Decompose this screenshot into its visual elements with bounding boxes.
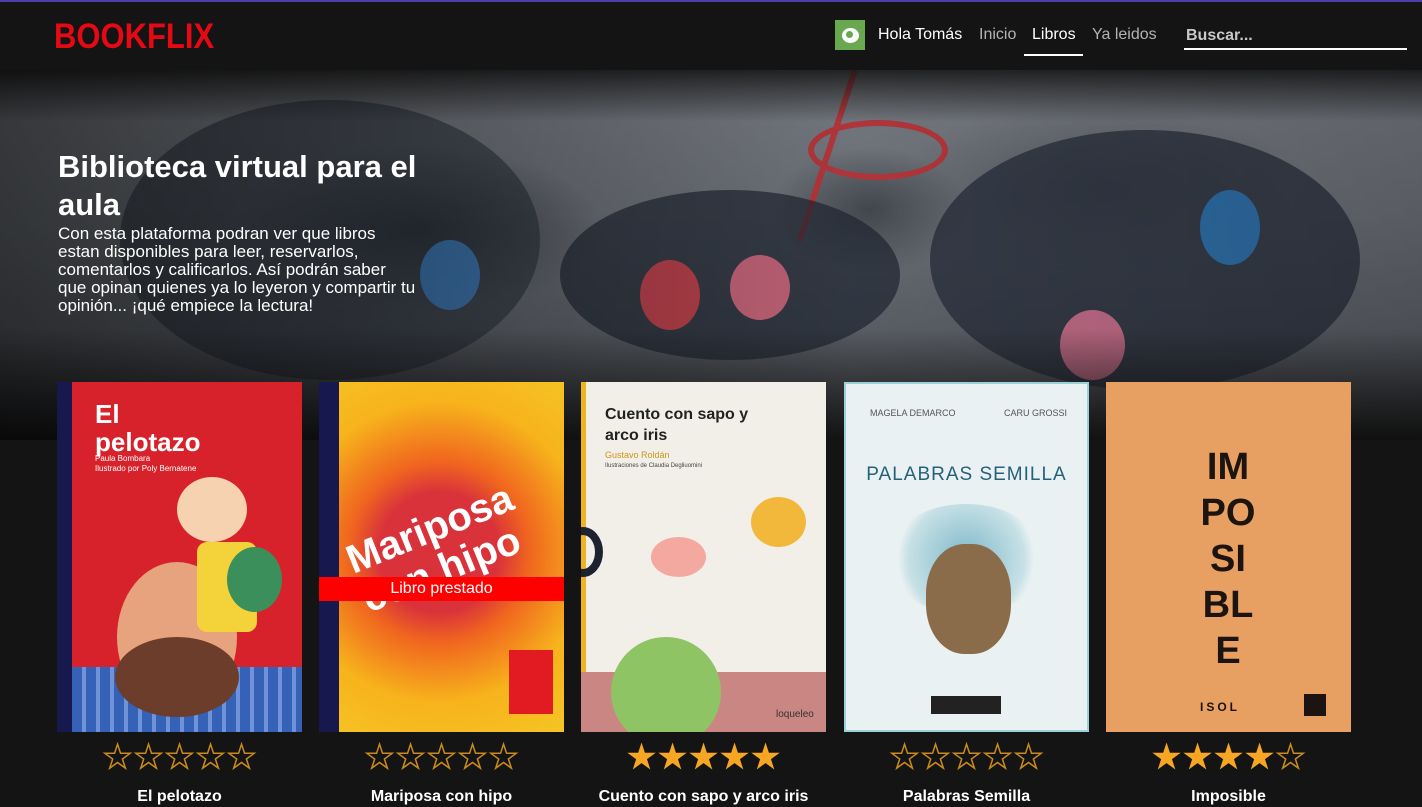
navbar: BOOKFLIX Hola Tomás Inicio Libros Ya lei… xyxy=(0,2,1422,70)
cover-art xyxy=(177,477,247,542)
book-cover[interactable]: El pelotazo Paula Bombara Ilustrado por … xyxy=(57,382,302,732)
star-icon[interactable]: ★ xyxy=(1244,738,1275,775)
user-greeting: Hola Tomás xyxy=(878,26,963,43)
book-card: Cuento con sapo y arco iris Gustavo Rold… xyxy=(581,382,826,807)
publisher-badge-icon xyxy=(509,650,553,714)
cover-author-name: Paula Bombara xyxy=(95,454,151,463)
star-icon[interactable]: ★ xyxy=(226,738,257,776)
logo[interactable]: BOOKFLIX xyxy=(54,16,214,57)
star-icon[interactable]: ★ xyxy=(195,738,226,776)
cover-title: IMPOSIBLE xyxy=(1198,444,1258,674)
hero-description: Con esta plataforma podran ver que libro… xyxy=(58,224,416,315)
book-title[interactable]: El pelotazo xyxy=(57,788,302,806)
cover-spine xyxy=(319,382,339,732)
star-icon[interactable]: ★ xyxy=(488,738,519,776)
book-cover[interactable]: IMPOSIBLE ISOL xyxy=(1106,382,1351,732)
star-icon[interactable]: ★ xyxy=(395,738,426,776)
cover-spine xyxy=(57,382,72,732)
cover-author: Gustavo Roldán xyxy=(605,450,670,460)
nav-libros[interactable]: Libros xyxy=(1032,26,1076,44)
star-icon[interactable]: ★ xyxy=(1213,738,1244,775)
publisher-logo-icon xyxy=(931,696,1001,714)
active-nav-indicator xyxy=(1024,54,1083,56)
star-icon[interactable]: ★ xyxy=(1275,738,1306,776)
star-rating: ★★★★★ xyxy=(581,738,826,775)
cover-art xyxy=(651,537,706,577)
book-card: IMPOSIBLE ISOL ★★★★★ Imposible xyxy=(1106,382,1351,807)
star-icon[interactable]: ★ xyxy=(164,738,195,776)
book-card: El pelotazo Paula Bombara Ilustrado por … xyxy=(57,382,302,807)
book-card: Mariposa con hipo Libro prestado ★★★★★ M… xyxy=(319,382,564,807)
star-icon[interactable]: ★ xyxy=(426,738,457,776)
star-icon[interactable]: ★ xyxy=(982,738,1013,776)
book-cover[interactable]: Mariposa con hipo Libro prestado xyxy=(319,382,564,732)
cover-art xyxy=(926,544,1011,654)
star-rating: ★★★★★ xyxy=(319,738,564,776)
star-icon[interactable]: ★ xyxy=(133,738,164,776)
book-cover[interactable]: MAGELA DEMARCO CARU GROSSI PALABRAS SEMI… xyxy=(844,382,1089,732)
star-icon[interactable]: ★ xyxy=(719,738,750,775)
star-icon[interactable]: ★ xyxy=(626,738,657,775)
cover-art xyxy=(581,527,603,577)
book-cover[interactable]: Cuento con sapo y arco iris Gustavo Rold… xyxy=(581,382,826,732)
star-rating: ★★★★★ xyxy=(57,738,302,776)
lent-status-banner: Libro prestado xyxy=(319,577,564,601)
star-icon[interactable]: ★ xyxy=(1182,738,1213,775)
book-row: El pelotazo Paula Bombara Ilustrado por … xyxy=(57,382,1357,807)
cover-art xyxy=(611,637,721,732)
star-icon[interactable]: ★ xyxy=(1013,738,1044,776)
star-rating: ★★★★★ xyxy=(844,738,1089,776)
book-title[interactable]: Palabras Semilla xyxy=(844,788,1089,806)
star-icon[interactable]: ★ xyxy=(688,738,719,775)
star-icon[interactable]: ★ xyxy=(889,738,920,776)
cover-illustrator: Ilustraciones de Claudia Degliuomini xyxy=(605,463,703,469)
cover-author: Paula Bombara Ilustrado por Poly Bernate… xyxy=(95,454,196,474)
cover-author: MAGELA DEMARCO xyxy=(870,408,956,418)
cover-illustrator: Ilustrado por Poly Bernatene xyxy=(95,464,197,473)
star-icon[interactable]: ★ xyxy=(1151,738,1182,775)
star-icon[interactable]: ★ xyxy=(951,738,982,776)
star-icon[interactable]: ★ xyxy=(102,738,133,776)
star-icon[interactable]: ★ xyxy=(750,738,781,775)
cover-author: ISOL xyxy=(1200,700,1241,714)
nav-ya-leidos[interactable]: Ya leidos xyxy=(1092,26,1157,44)
cover-publisher: loqueleo xyxy=(776,709,814,720)
star-icon[interactable]: ★ xyxy=(457,738,488,776)
star-icon[interactable]: ★ xyxy=(657,738,688,775)
cover-art xyxy=(751,497,806,547)
book-title[interactable]: Cuento con sapo y arco iris xyxy=(581,788,826,806)
cover-art xyxy=(227,547,282,612)
star-icon[interactable]: ★ xyxy=(364,738,395,776)
book-title[interactable]: Imposible xyxy=(1106,788,1351,806)
cover-title-text: IMPOSIBLE xyxy=(1200,446,1256,672)
hero-title: Biblioteca virtual para el aula xyxy=(58,149,417,222)
cover-author: CARU GROSSI xyxy=(1004,408,1068,418)
star-icon[interactable]: ★ xyxy=(920,738,951,776)
cover-title: PALABRAS SEMILLA xyxy=(866,464,1067,485)
avatar-pupil xyxy=(846,31,853,38)
cover-title: El pelotazo xyxy=(95,399,201,457)
search-input[interactable] xyxy=(1184,24,1407,50)
publisher-logo-icon xyxy=(1304,694,1326,716)
book-title[interactable]: Mariposa con hipo xyxy=(319,788,564,806)
nav-inicio[interactable]: Inicio xyxy=(979,26,1016,44)
star-rating: ★★★★★ xyxy=(1106,738,1351,776)
book-card: MAGELA DEMARCO CARU GROSSI PALABRAS SEMI… xyxy=(844,382,1089,807)
user-avatar[interactable] xyxy=(835,20,865,50)
cover-title: Cuento con sapo y arco iris xyxy=(605,406,749,444)
cover-art xyxy=(115,637,239,717)
